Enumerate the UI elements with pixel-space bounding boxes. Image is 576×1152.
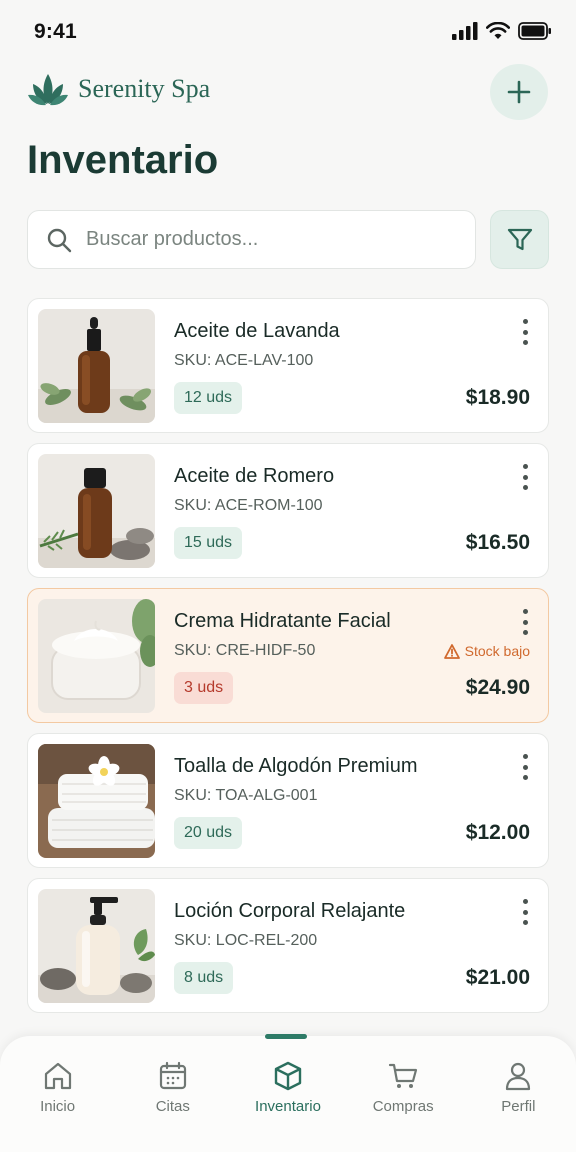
product-sku: SKU: ACE-LAV-100 [174,352,314,369]
more-options-icon[interactable] [520,899,530,925]
product-sku: SKU: TOA-ALG-001 [174,787,318,804]
lavender-oil-image [38,309,155,423]
more-options-icon[interactable] [520,319,530,345]
lotion-image [38,889,155,1003]
product-sku: SKU: CRE-HIDF-50 [174,642,316,659]
wifi-icon [486,22,510,39]
more-options-icon[interactable] [520,754,530,780]
active-tab-indicator [265,1034,307,1039]
face-cream-image [38,599,155,713]
product-sku: SKU: LOC-REL-200 [174,932,318,949]
product-name: Loción Corporal Relajante [174,900,406,922]
home-icon [44,1062,71,1090]
battery-icon [518,22,551,40]
rosemary-oil-image [38,454,155,568]
nav-label: Inicio [40,1098,76,1115]
warning-icon [443,643,460,659]
product-card[interactable]: Aceite de Romero SKU: ACE-ROM-100 15 uds… [27,443,549,578]
calendar-icon [159,1061,186,1090]
product-name: Aceite de Romero [174,465,335,487]
nav-item-citas[interactable]: Citas [115,1036,230,1152]
product-sku: SKU: ACE-ROM-100 [174,497,323,514]
product-price: $24.90 [465,676,530,699]
status-time: 9:41 [34,20,77,43]
filter-icon [507,228,532,250]
product-price: $21.00 [465,966,530,989]
quantity-badge: 3 uds [174,672,234,704]
search-input[interactable] [86,228,475,251]
nav-label: Citas [155,1098,190,1115]
brand-logo: Serenity Spa [28,70,210,108]
user-icon [506,1062,531,1091]
towels-image [38,744,155,858]
product-price: $18.90 [465,386,530,409]
nav-label: Perfil [501,1098,536,1115]
nav-item-perfil[interactable]: Perfil [461,1036,576,1152]
signal-icon [452,22,478,40]
more-options-icon[interactable] [520,464,530,490]
box-icon [274,1061,302,1091]
page-title: Inventario [27,138,219,182]
product-price: $12.00 [465,821,530,844]
add-product-button[interactable] [490,64,548,120]
plus-icon [507,80,531,104]
product-name: Crema Hidratante Facial [174,610,391,632]
lotus-icon [28,74,68,106]
product-card[interactable]: Aceite de Lavanda SKU: ACE-LAV-100 12 ud… [27,298,549,433]
search-box [27,210,476,269]
brand-name: Serenity Spa [78,74,211,103]
product-price: $16.50 [465,531,530,554]
quantity-badge: 20 uds [174,817,243,849]
nav-label: Inventario [255,1098,321,1115]
bottom-nav: Inicio Citas Inventario Compras Perfil [0,1034,576,1152]
filter-button[interactable] [490,210,549,269]
quantity-badge: 8 uds [174,962,234,994]
low-stock-label: Stock bajo [464,643,530,659]
status-icons [452,22,552,40]
more-options-icon[interactable] [520,609,530,635]
nav-label: Compras [372,1098,434,1115]
product-list: Aceite de Lavanda SKU: ACE-LAV-100 12 ud… [27,298,549,1023]
status-bar: 9:41 [0,0,576,64]
cart-icon [389,1063,418,1088]
nav-item-inventario[interactable]: Inventario [230,1036,345,1152]
quantity-badge: 15 uds [174,527,243,559]
low-stock-badge: Stock bajo [443,643,530,659]
quantity-badge: 12 uds [174,382,243,414]
product-card-low-stock[interactable]: Crema Hidratante Facial SKU: CRE-HIDF-50… [27,588,549,723]
product-card[interactable]: Loción Corporal Relajante SKU: LOC-REL-2… [27,878,549,1013]
product-name: Aceite de Lavanda [174,320,340,342]
search-icon [46,227,72,253]
product-card[interactable]: Toalla de Algodón Premium SKU: TOA-ALG-0… [27,733,549,868]
nav-item-compras[interactable]: Compras [346,1036,461,1152]
product-name: Toalla de Algodón Premium [174,755,418,777]
nav-item-inicio[interactable]: Inicio [0,1036,115,1152]
